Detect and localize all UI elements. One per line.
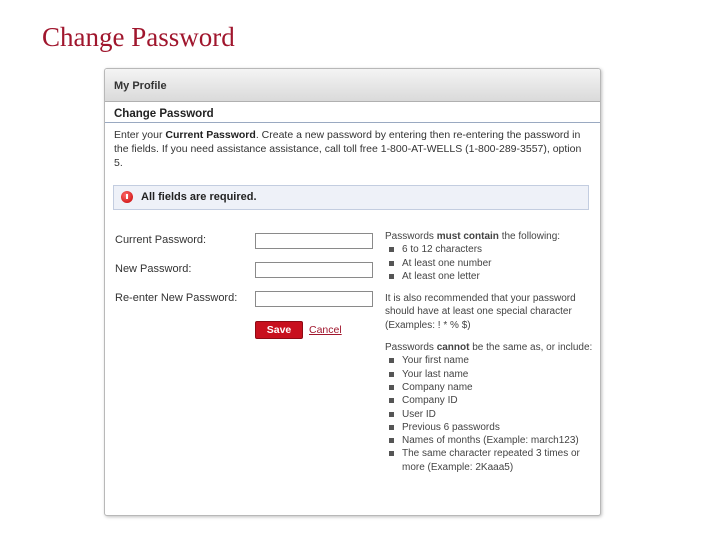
list-item-label: User ID [402,408,436,420]
list-item: Names of months (Example: march123) [386,434,595,447]
square-bullet-icon [389,384,394,390]
must-prefix: Passwords [385,231,437,242]
list-item-label: 6 to 12 characters [402,244,483,256]
panel-header: My Profile [105,69,600,102]
current-password-label: Current Password: [115,234,207,246]
square-bullet-icon [389,438,394,444]
list-item-label: At least one number [402,257,492,269]
square-bullet-icon [389,451,394,457]
list-item: Previous 6 passwords [386,421,595,434]
new-password-label: New Password: [115,263,192,275]
list-item: Company ID [386,394,595,407]
recommendation-text: It is also recommended that your passwor… [385,293,576,331]
password-rules: Passwords must contain the following: 6 … [385,230,595,474]
page-title: Change Password [42,22,235,52]
current-password-input[interactable] [255,233,373,249]
must-suffix: the following: [498,231,561,242]
list-item-label: Your first name [402,355,469,367]
square-bullet-icon [389,247,394,253]
list-item: Company name [386,381,595,394]
cannot-list: Your first name Your last name Company n… [385,354,595,474]
list-item-label: Previous 6 passwords [402,421,500,433]
list-item-label: Company ID [402,395,458,407]
list-item: 6 to 12 characters [386,243,595,256]
square-bullet-icon [389,371,394,377]
intro-text-part1: Enter your [114,129,166,141]
square-bullet-icon [389,398,394,404]
list-item: At least one letter [386,270,595,283]
list-item: Your first name [386,354,595,367]
list-item-label: Your last name [402,368,469,380]
must-bold: must contain [436,231,499,242]
must-contain-heading: Passwords must contain the following: [385,230,595,243]
square-bullet-icon [389,358,394,364]
list-item-label: Names of months (Example: march123) [402,435,579,447]
reenter-password-label: Re-enter New Password: [115,292,238,304]
reenter-password-input[interactable] [255,291,373,307]
list-item: User ID [386,408,595,421]
cannot-bold: cannot [436,342,470,354]
list-item: The same character repeated 3 times or m… [386,447,595,474]
intro-text: Enter your Current Password. Create a ne… [114,128,588,170]
list-item-label: At least one letter [402,270,480,282]
intro-text-bold: Current Password [165,129,256,141]
cannot-suffix: be the same as, or include: [469,342,593,354]
must-contain-list: 6 to 12 characters At least one number A… [385,243,595,283]
list-item: At least one number [386,257,595,270]
list-item-label: Company name [402,381,473,393]
profile-panel: My Profile Change Password Enter your Cu… [104,68,601,516]
section-divider [105,122,600,123]
section-title: Change Password [114,108,214,120]
cannot-heading: Passwords cannot be the same as, or incl… [385,341,595,354]
required-fields-alert: All fields are required. [113,185,589,210]
alert-text: All fields are required. [141,191,257,203]
new-password-input[interactable] [255,262,373,278]
save-button[interactable]: Save [255,321,303,339]
error-circle-icon [121,191,133,203]
square-bullet-icon [389,411,394,417]
cancel-link[interactable]: Cancel [309,324,342,336]
cannot-prefix: Passwords [385,342,437,354]
list-item-label: The same character repeated 3 times or m… [402,448,580,473]
square-bullet-icon [389,260,394,266]
list-item: Your last name [386,368,595,381]
square-bullet-icon [389,424,394,430]
square-bullet-icon [389,273,394,279]
